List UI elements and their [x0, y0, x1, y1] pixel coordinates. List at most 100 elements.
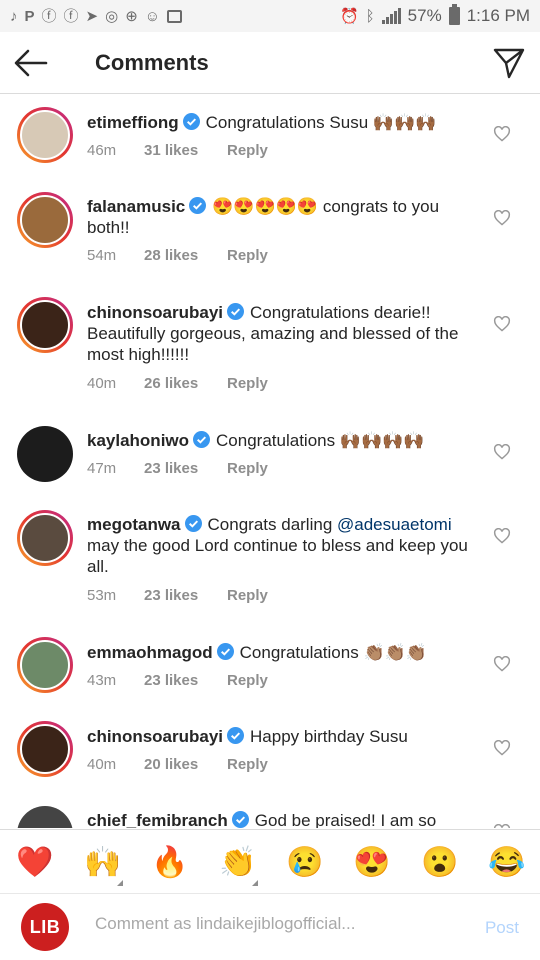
status-time: 1:16 PM — [466, 6, 530, 25]
like-heart-icon[interactable] — [493, 528, 511, 544]
reaction-crying[interactable]: 😢 — [286, 846, 323, 880]
direct-send-icon[interactable] — [493, 47, 525, 79]
status-bar-system: ⏰ ᛒ 57% 1:16 PM — [339, 4, 530, 26]
mention-link[interactable]: @adesuaetomi — [337, 515, 452, 534]
instagram-icon: ◎ — [105, 7, 119, 25]
quick-reactions-bar: ❤️ 🙌 🔥 👏 😢 😍 😮 😂 — [0, 829, 540, 894]
skin-tone-indicator-icon — [117, 880, 123, 886]
verified-badge-icon — [184, 515, 202, 532]
comment-likes[interactable]: 28 likes — [144, 247, 227, 264]
back-arrow-icon[interactable] — [14, 48, 48, 78]
comment-likes[interactable]: 23 likes — [144, 587, 227, 604]
comment-username[interactable]: falanamusic — [87, 197, 185, 216]
avatar-photo — [20, 640, 70, 690]
avatar-photo — [20, 513, 70, 563]
reply-button[interactable]: Reply — [227, 756, 268, 773]
avatar-photo — [20, 724, 70, 774]
reaction-surprised[interactable]: 😮 — [421, 846, 458, 880]
chat-icon: ☺ — [144, 7, 161, 25]
verified-badge-icon — [227, 303, 245, 320]
comment-body: chinonsoarubayi Congratulations dearie!! … — [87, 302, 482, 365]
comment-meta: 43m 23 likes Reply — [87, 672, 268, 689]
comment-username[interactable]: etimeffiong — [87, 113, 179, 132]
reply-button[interactable]: Reply — [227, 247, 268, 264]
avatar[interactable] — [17, 721, 73, 777]
comment-username[interactable]: megotanwa — [87, 515, 181, 534]
page-title: Comments — [95, 50, 209, 75]
reply-button[interactable]: Reply — [227, 142, 268, 159]
signal-icon — [381, 8, 401, 24]
verified-badge-icon — [231, 811, 249, 828]
comment-likes[interactable]: 26 likes — [144, 375, 227, 392]
comment-body: etimeffiong Congratulations Susu 🙌🏾🙌🏾🙌🏾 — [87, 112, 482, 133]
like-heart-icon[interactable] — [493, 824, 511, 828]
reaction-heart-eyes[interactable]: 😍 — [353, 846, 390, 880]
like-heart-icon[interactable] — [493, 656, 511, 672]
comment-username[interactable]: chinonsoarubayi — [87, 727, 223, 746]
comment-likes[interactable]: 31 likes — [144, 142, 227, 159]
avatar[interactable] — [17, 192, 73, 248]
reaction-clap[interactable]: 👏 — [219, 846, 256, 880]
comment-meta: 47m 23 likes Reply — [87, 460, 268, 477]
comment-meta: 46m 31 likes Reply — [87, 142, 268, 159]
like-heart-icon[interactable] — [493, 444, 511, 460]
comment-time: 43m — [87, 672, 117, 689]
telegram-icon: ➤ — [85, 7, 99, 25]
comment-time: 40m — [87, 756, 117, 773]
like-heart-icon[interactable] — [493, 210, 511, 226]
like-heart-icon[interactable] — [493, 740, 511, 756]
comment-username[interactable]: kaylahoniwo — [87, 431, 189, 450]
avatar[interactable] — [17, 297, 73, 353]
comment-body: falanamusic 😍😍😍😍😍 congrats to you both!! — [87, 196, 482, 238]
comment-body: megotanwa Congrats darling @adesuaetomi m… — [87, 514, 482, 577]
reply-button[interactable]: Reply — [227, 672, 268, 689]
like-heart-icon[interactable] — [493, 316, 511, 332]
comment-text: God be praised! I am so — [254, 811, 437, 828]
avatar[interactable] — [17, 426, 73, 482]
verified-badge-icon — [193, 431, 211, 448]
comment-likes[interactable]: 23 likes — [144, 672, 227, 689]
comment-username[interactable]: chinonsoarubayi — [87, 303, 223, 322]
comment-meta: 40m 20 likes Reply — [87, 756, 268, 773]
reply-button[interactable]: Reply — [227, 460, 268, 477]
like-heart-icon[interactable] — [493, 126, 511, 142]
comment-body: chief_femibranch God be praised! I am so — [87, 810, 482, 828]
comment-username[interactable]: emmaohmagod — [87, 643, 213, 662]
comment-time: 46m — [87, 142, 117, 159]
comment-input[interactable] — [95, 914, 435, 934]
avatar[interactable] — [17, 806, 73, 828]
comment-composer: LIB Post — [0, 894, 540, 960]
post-button[interactable]: Post — [485, 918, 519, 938]
status-bar: ♪ P ⓕ ⓕ ➤ ◎ ⊕ ☺ ⏰ ᛒ 57% 1:16 PM — [0, 0, 540, 32]
facebook-icon-2: ⓕ — [63, 7, 79, 25]
comment-time: 47m — [87, 460, 117, 477]
comment-body: chinonsoarubayi Happy birthday Susu — [87, 726, 482, 747]
verified-badge-icon — [182, 113, 200, 130]
comment-username[interactable]: chief_femibranch — [87, 811, 228, 828]
image-icon — [167, 9, 183, 23]
reaction-raised-hands[interactable]: 🙌 — [84, 846, 121, 880]
comment-meta: 54m 28 likes Reply — [87, 247, 268, 264]
verified-badge-icon — [189, 197, 207, 214]
comment-likes[interactable]: 20 likes — [144, 756, 227, 773]
comment-time: 40m — [87, 375, 117, 392]
comments-list[interactable]: etimeffiong Congratulations Susu 🙌🏾🙌🏾🙌🏾 4… — [0, 95, 540, 828]
avatar-photo — [17, 426, 73, 482]
avatar[interactable] — [17, 510, 73, 566]
reaction-laughing[interactable]: 😂 — [488, 846, 525, 880]
comment-text: Congratulations 🙌🏾🙌🏾🙌🏾🙌🏾 — [216, 431, 425, 450]
comment-likes[interactable]: 23 likes — [144, 460, 227, 477]
search-notification-icon: ⊕ — [125, 7, 138, 25]
bluetooth-icon: ᛒ — [365, 7, 375, 25]
reaction-fire[interactable]: 🔥 — [151, 846, 188, 880]
avatar[interactable] — [17, 637, 73, 693]
facebook-icon: ⓕ — [41, 7, 57, 25]
comment-text: Congratulations 👏🏽👏🏽👏🏽 — [239, 643, 427, 662]
reaction-heart[interactable]: ❤️ — [16, 846, 53, 880]
comment-time: 54m — [87, 247, 117, 264]
avatar[interactable] — [17, 107, 73, 163]
verified-badge-icon — [227, 727, 245, 744]
reply-button[interactable]: Reply — [227, 375, 268, 392]
reply-button[interactable]: Reply — [227, 587, 268, 604]
alarm-icon: ⏰ — [339, 7, 359, 25]
